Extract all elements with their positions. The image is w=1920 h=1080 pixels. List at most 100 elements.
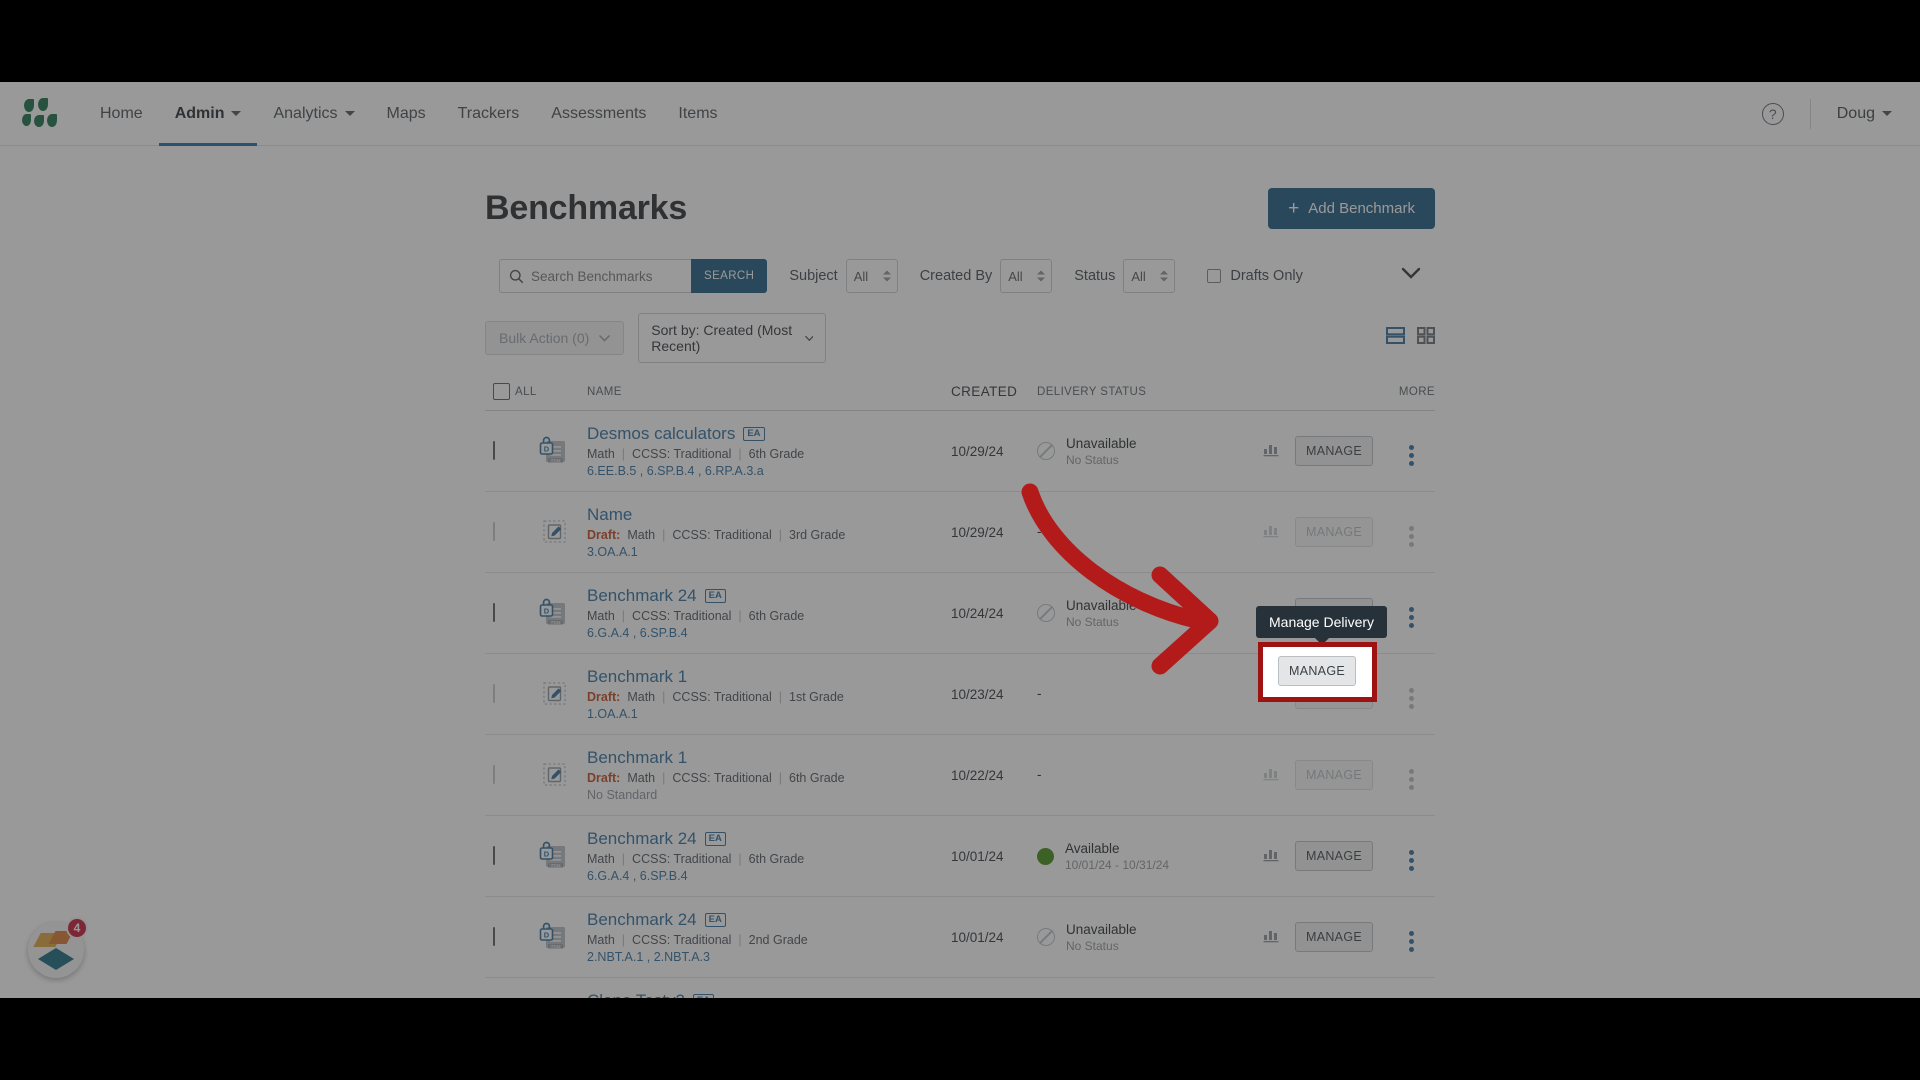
row-subject: Math bbox=[587, 447, 615, 461]
row-doc-icon-cell: ITEM D bbox=[539, 411, 587, 492]
row-checkbox[interactable] bbox=[493, 603, 495, 622]
row-created-cell: 10/29/24 bbox=[951, 443, 1004, 459]
row-standards[interactable]: 1.OA.A.1 bbox=[587, 707, 951, 721]
report-chart-icon[interactable] bbox=[1263, 603, 1280, 619]
benchmark-name-link[interactable]: Name bbox=[587, 505, 632, 525]
more-options-icon[interactable] bbox=[1408, 930, 1414, 952]
row-standards[interactable]: 6.EE.B.5 , 6.SP.B.4 , 6.RP.A.3.a bbox=[587, 464, 951, 478]
row-standards[interactable]: 6.G.A.4 , 6.SP.B.4 bbox=[587, 869, 951, 883]
expand-filters-button[interactable] bbox=[1401, 267, 1421, 285]
search-input[interactable] bbox=[524, 268, 691, 284]
search-button[interactable]: SEARCH bbox=[691, 259, 768, 293]
more-options-icon[interactable] bbox=[1408, 606, 1414, 628]
page-title: Benchmarks bbox=[485, 189, 688, 227]
row-name-top: Benchmark 24 EA bbox=[587, 586, 951, 606]
report-chart-icon[interactable] bbox=[1263, 846, 1280, 862]
list-view-toggle[interactable] bbox=[1386, 327, 1405, 349]
benchmark-name-link[interactable]: Desmos calculators bbox=[587, 424, 735, 444]
notification-badge: 4 bbox=[66, 917, 88, 939]
report-chart-icon[interactable] bbox=[1263, 927, 1280, 943]
nav-item-maps[interactable]: Maps bbox=[371, 82, 442, 146]
status-filter-select[interactable]: All bbox=[1123, 259, 1176, 293]
meta-separator: | bbox=[621, 933, 626, 947]
nav-item-assessments[interactable]: Assessments bbox=[535, 82, 662, 146]
draft-pencil-doc-icon bbox=[543, 519, 566, 543]
benchmark-name-link[interactable]: Benchmark 24 bbox=[587, 910, 697, 930]
benchmark-name-link[interactable]: Benchmark 1 bbox=[587, 748, 687, 768]
add-benchmark-button[interactable]: + Add Benchmark bbox=[1268, 188, 1435, 229]
nav-item-label: Trackers bbox=[457, 104, 520, 122]
row-doc-icon-cell: ITEM D bbox=[539, 573, 587, 654]
row-checkbox-cell bbox=[485, 573, 515, 654]
row-manage-cell: MANAGE bbox=[1295, 978, 1387, 999]
manage-button[interactable]: MANAGE bbox=[1295, 922, 1373, 952]
benchmarks-table: ALL NAME CREATED DELIVERY STATUS MORE IT… bbox=[485, 379, 1435, 998]
row-doc-icon-cell bbox=[539, 735, 587, 816]
drafts-only-checkbox[interactable]: Drafts Only bbox=[1207, 268, 1303, 284]
row-manage-cell: MANAGE bbox=[1295, 654, 1387, 735]
row-meta: Math | CCSS: Traditional | 2nd Grade bbox=[587, 933, 951, 947]
row-checkbox[interactable] bbox=[493, 522, 495, 541]
user-name-label: Doug bbox=[1836, 104, 1875, 122]
nav-item-admin[interactable]: Admin bbox=[159, 82, 258, 146]
row-standards[interactable]: 2.NBT.A.1 , 2.NBT.A.3 bbox=[587, 950, 951, 964]
row-checkbox[interactable] bbox=[493, 927, 495, 946]
row-more-cell bbox=[1387, 573, 1435, 654]
manage-button[interactable]: MANAGE bbox=[1295, 598, 1373, 628]
app-logo-icon[interactable] bbox=[22, 97, 62, 130]
ea-badge: EA bbox=[704, 588, 726, 604]
help-icon[interactable]: ? bbox=[1761, 102, 1784, 125]
nav-item-analytics[interactable]: Analytics bbox=[257, 82, 370, 146]
more-options-icon[interactable] bbox=[1408, 768, 1414, 790]
draft-label: Draft: bbox=[587, 528, 621, 542]
more-options-icon[interactable] bbox=[1408, 525, 1414, 547]
row-grade: 6th Grade bbox=[789, 771, 845, 785]
status-filter-label: Status bbox=[1074, 268, 1116, 284]
row-doc-icon-cell bbox=[539, 492, 587, 573]
row-standards[interactable]: 6.G.A.4 , 6.SP.B.4 bbox=[587, 626, 951, 640]
row-chart-cell bbox=[1247, 978, 1295, 999]
meta-separator: | bbox=[778, 528, 782, 542]
th-chart bbox=[1247, 379, 1295, 411]
more-options-icon[interactable] bbox=[1408, 687, 1414, 709]
row-checkbox[interactable] bbox=[493, 441, 495, 460]
row-doc-icon-cell: ITEM D bbox=[539, 816, 587, 897]
list-view-icon bbox=[1386, 327, 1405, 344]
nav-item-home[interactable]: Home bbox=[84, 82, 159, 146]
created-by-filter-select[interactable]: All bbox=[1000, 259, 1053, 293]
subject-filter-select[interactable]: All bbox=[845, 259, 898, 293]
row-grade: 6th Grade bbox=[748, 609, 805, 623]
locked-item-doc-icon: ITEM D bbox=[539, 436, 565, 462]
row-checkbox[interactable] bbox=[493, 684, 495, 703]
more-options-icon[interactable] bbox=[1408, 444, 1414, 466]
nav-item-items[interactable]: Items bbox=[662, 82, 733, 146]
benchmark-name-link[interactable]: Benchmark 24 bbox=[587, 586, 697, 606]
row-status-dash: - bbox=[1037, 767, 1042, 782]
benchmark-name-link[interactable]: Benchmark 1 bbox=[587, 667, 687, 687]
bulk-action-dropdown[interactable]: Bulk Action (0) bbox=[485, 321, 625, 355]
manage-button[interactable]: MANAGE bbox=[1295, 436, 1373, 466]
benchmark-name-link[interactable]: Clone Testy2 bbox=[587, 991, 685, 998]
chevron-down-icon bbox=[344, 111, 355, 116]
row-standards[interactable]: 3.OA.A.1 bbox=[587, 545, 951, 559]
row-status-dash: - bbox=[1037, 524, 1042, 539]
select-all-checkbox[interactable] bbox=[493, 383, 510, 400]
user-menu[interactable]: Doug bbox=[1837, 105, 1892, 123]
row-checkbox-cell bbox=[485, 816, 515, 897]
row-checkbox-cell bbox=[485, 492, 515, 573]
row-standards[interactable]: No Standard bbox=[587, 788, 951, 802]
help-widget-button[interactable]: 4 bbox=[28, 917, 88, 978]
grid-view-toggle[interactable] bbox=[1417, 327, 1435, 349]
nav-item-trackers[interactable]: Trackers bbox=[442, 82, 536, 146]
row-checkbox-cell bbox=[485, 735, 515, 816]
row-name-top: Desmos calculators EA bbox=[587, 424, 951, 444]
svg-text:ITEM: ITEM bbox=[550, 619, 561, 624]
table-row: Clone Testy2 EA Draft: Language Arts | C… bbox=[485, 978, 1435, 999]
more-options-icon[interactable] bbox=[1408, 849, 1414, 871]
row-checkbox[interactable] bbox=[493, 765, 495, 784]
manage-button[interactable]: MANAGE bbox=[1295, 841, 1373, 871]
benchmark-name-link[interactable]: Benchmark 24 bbox=[587, 829, 697, 849]
row-checkbox[interactable] bbox=[493, 846, 495, 865]
report-chart-icon[interactable] bbox=[1263, 441, 1280, 457]
sort-by-dropdown[interactable]: Sort by: Created (Most Recent) bbox=[638, 313, 827, 363]
